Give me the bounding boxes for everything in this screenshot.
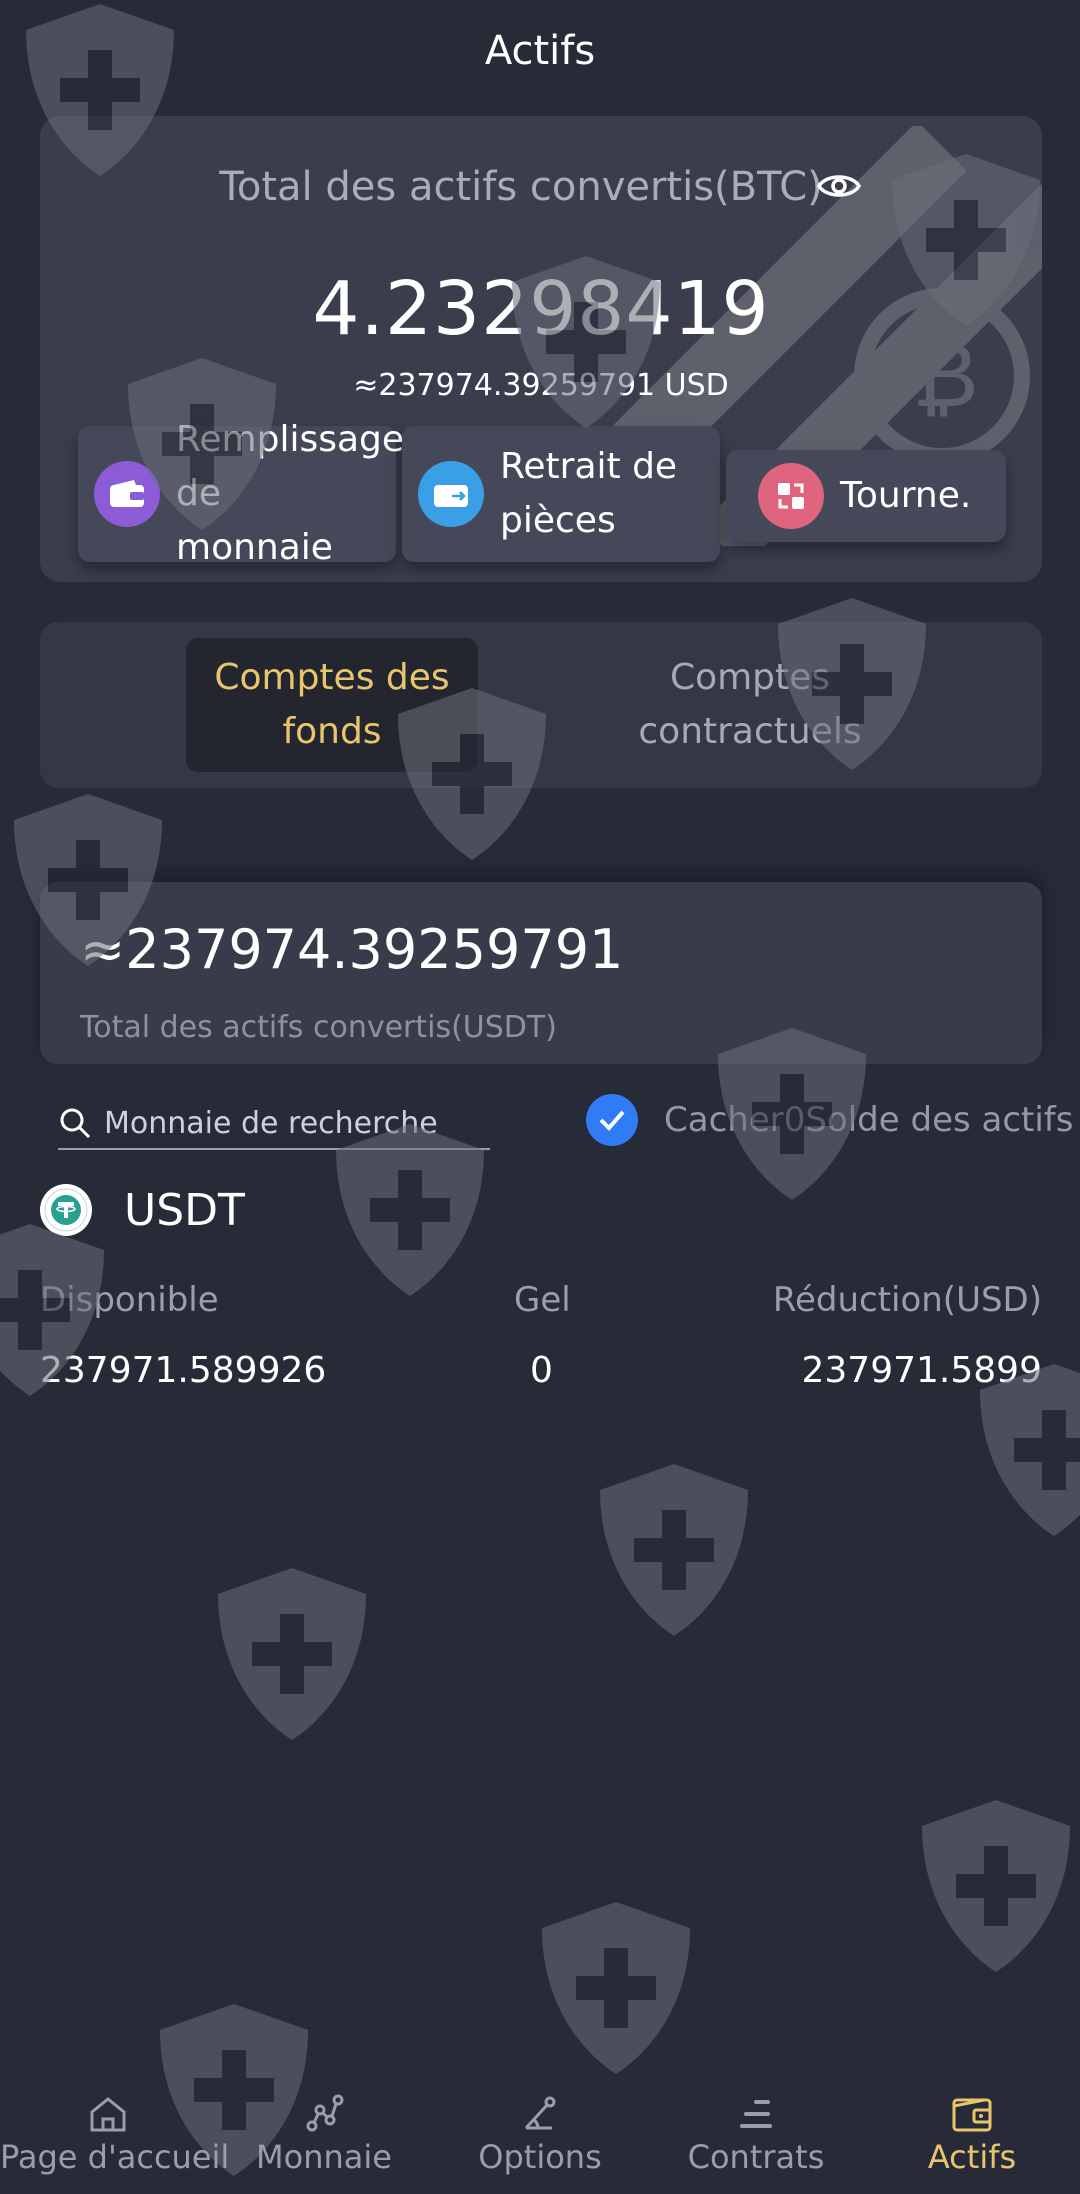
column-frozen: Gel	[514, 1280, 571, 1320]
tab-contracts[interactable]: Contrats	[648, 2084, 864, 2194]
tether-icon	[40, 1184, 92, 1236]
hide-zero-toggle[interactable]: Cacher0Solde des actifs	[586, 1094, 1074, 1146]
tab-market-label: Monnaie	[256, 2138, 392, 2176]
hide-zero-label: Cacher0Solde des actifs	[664, 1100, 1074, 1140]
transfer-label: Tourne.	[840, 475, 972, 516]
tab-options[interactable]: Options	[432, 2084, 648, 2194]
coin-name: USDT	[124, 1184, 245, 1236]
usdt-total-value: ≈237974.39259791	[80, 918, 624, 981]
withdraw-label: Retrait de pièces	[500, 446, 678, 541]
options-icon	[524, 2096, 556, 2130]
wallet-out-icon	[418, 461, 484, 527]
tab-options-label: Options	[478, 2138, 602, 2176]
shield-watermark-icon	[218, 1568, 366, 1740]
wallet-in-icon	[94, 461, 160, 527]
shield-watermark-icon	[922, 1800, 1070, 1972]
eye-icon[interactable]	[816, 168, 862, 204]
deposit-label: Remplissage de monnaie	[176, 419, 405, 568]
usdt-total-card: ≈237974.39259791 Total des actifs conver…	[40, 882, 1042, 1064]
transfer-icon	[758, 463, 824, 529]
btc-total-label: Total des actifs convertis(BTC)	[219, 164, 823, 210]
bottom-tabbar: Page d'accueil Monnaie Options Contrats	[0, 2084, 1080, 2194]
usd-equivalent: ≈237974.39259791 USD	[353, 368, 729, 403]
withdraw-button[interactable]: Retrait de pièces	[402, 426, 720, 562]
shield-watermark-icon	[600, 1464, 748, 1636]
tab-contract-account[interactable]: Comptes contractuels	[604, 638, 896, 772]
tab-contracts-label: Contrats	[687, 2138, 825, 2176]
shield-watermark-icon	[542, 1902, 690, 2074]
tab-home-label: Page d'accueil	[0, 2138, 230, 2176]
asset-summary-card: ₿ Total des actifs convertis(BTC) 4.2329…	[40, 116, 1042, 582]
search-placeholder: Monnaie de recherche	[104, 1105, 438, 1141]
coin-header[interactable]: USDT	[40, 1184, 245, 1236]
usdt-total-label: Total des actifs convertis(USDT)	[80, 1010, 557, 1045]
column-reduction: Réduction(USD)	[772, 1280, 1042, 1320]
search-input[interactable]: Monnaie de recherche	[58, 1098, 490, 1150]
market-icon	[306, 2094, 344, 2132]
check-icon	[586, 1094, 638, 1146]
search-icon	[60, 1108, 91, 1139]
tab-home[interactable]: Page d'accueil	[0, 2084, 230, 2194]
deposit-button[interactable]: Remplissage de monnaie	[78, 419, 404, 568]
transfer-button[interactable]: Tourne.	[726, 450, 1006, 542]
tab-funds-account[interactable]: Comptes des fonds	[186, 638, 478, 772]
value-frozen: 0	[530, 1350, 553, 1391]
tab-market[interactable]: Monnaie	[216, 2084, 432, 2194]
value-reduction: 237971.5899	[801, 1350, 1043, 1391]
contracts-icon	[740, 2100, 772, 2128]
btc-total-value: 4.23298419	[312, 266, 770, 352]
value-available: 237971.589926	[40, 1350, 327, 1391]
account-tabs: Comptes des fonds Comptes contractuels	[40, 622, 1042, 788]
tab-assets[interactable]: Actifs	[864, 2084, 1080, 2194]
home-icon	[90, 2097, 126, 2132]
page-title: Actifs	[484, 28, 596, 74]
wallet-icon	[952, 2098, 992, 2132]
tab-assets-label: Actifs	[927, 2138, 1017, 2176]
column-available: Disponible	[40, 1280, 219, 1320]
